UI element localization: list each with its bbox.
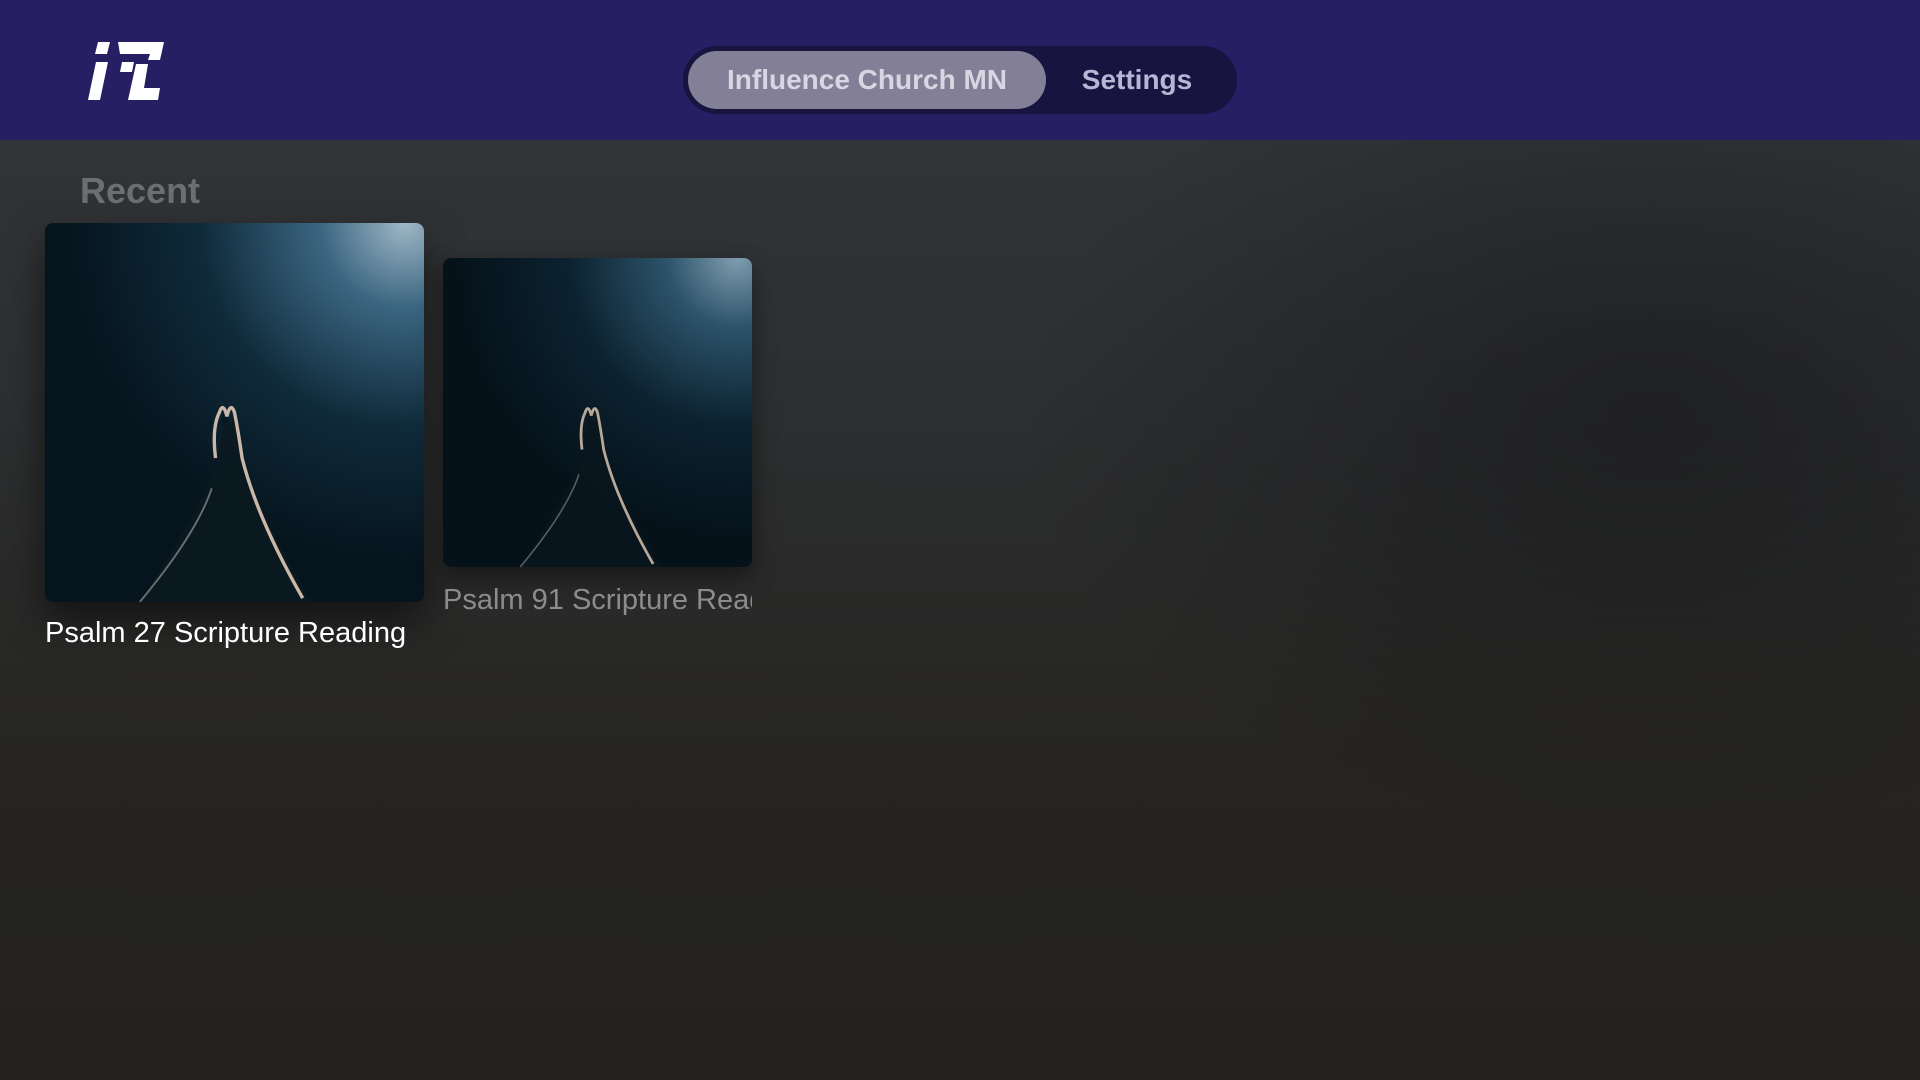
recent-item-psalm-91[interactable] [443, 258, 752, 567]
recent-item-title: Psalm 91 Scripture Reading [443, 584, 752, 616]
praying-hands-image [443, 258, 752, 567]
tab-influence-church-mn[interactable]: Influence Church MN [688, 51, 1046, 109]
praying-hands-image [45, 223, 424, 602]
influence-church-logo-icon [88, 42, 164, 100]
section-title-recent: Recent [80, 170, 201, 211]
recent-item-psalm-27[interactable] [45, 223, 424, 602]
tab-settings[interactable]: Settings [1046, 51, 1228, 109]
recent-item-title: Psalm 27 Scripture Reading [45, 617, 407, 649]
top-tab-switcher: Influence Church MN Settings [683, 46, 1237, 114]
top-navigation-bar: Influence Church MN Settings [0, 0, 1920, 140]
